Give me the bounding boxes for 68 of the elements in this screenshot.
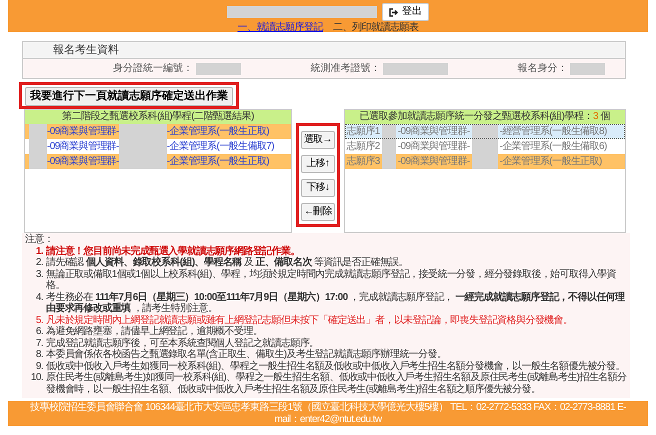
panel-title: 報名考生資料	[23, 42, 625, 59]
order-text: 志願序3	[346, 154, 381, 169]
note-text: 本委員會係依各校函告之甄選錄取名單(含正取生、備取生)及考生登記就讀志願序辦理統一分發。	[46, 349, 446, 360]
order-text: 志願序1	[346, 124, 381, 139]
logout-button[interactable]: 登出	[382, 3, 429, 21]
group-text: -09商業與管理群-	[47, 154, 119, 169]
list-row[interactable]: -09商業與管理群- -企業管理系(一般生正取)	[25, 154, 291, 169]
note-number: 4.	[34, 292, 44, 304]
redacted-block	[382, 139, 396, 154]
field-label: 身分證統一編號：	[113, 62, 193, 76]
group-text: -09商業與管理群-	[396, 140, 471, 154]
list-title: 已選取參加就讀志願序統一分發之甄選校系科(組)學程：3 個	[344, 110, 625, 124]
footer-text: 技專校院招生委員會聯合會 106344臺北市大安區忠孝東路三段1號（國立臺北科技大學億光大樓5樓） TEL：02-2772-5333 FAX：02-2773-8881 E-mail：enter42@ntut.edu.tw	[8, 401, 648, 426]
note-number: 10.	[30, 372, 44, 385]
redacted-block	[472, 124, 498, 139]
field-label: 報名身分：	[518, 62, 568, 76]
department-text: -企業管理系(一般生正取)	[498, 154, 603, 169]
list-row[interactable]: 志願序1 -09商業與管理群- -經營管理系(一般生備取8)	[344, 124, 625, 139]
department-text: -企業管理系(一般生備取6)	[498, 140, 608, 154]
note-number: 3.	[34, 268, 44, 282]
submit-button[interactable]: 我要進行下一頁就讀志願序確定送出作業	[25, 87, 233, 106]
redacted-block	[472, 154, 498, 169]
redacted-block	[472, 139, 498, 154]
group-text: -09商業與管理群-	[47, 140, 119, 154]
department-text: -企業管理系(一般生正取)	[166, 124, 269, 139]
action-button[interactable]: 上移↑	[301, 155, 335, 173]
note-number: 5.	[34, 314, 44, 326]
note-number: 8.	[34, 349, 44, 360]
action-button[interactable]: 下移↓	[301, 179, 335, 197]
department-text: -經營管理系(一般生備取8)	[498, 124, 608, 139]
note-text: 考生務必在 111年7月6日（星期三）10:00至111年7月9日（星期六）17:00 ，完成就讀志願序登記， 一經完成就讀志願序登記，不得以任何理由要求再修改或重填 ，請考生特別注意。	[46, 292, 626, 314]
note-text: 低收或中低收入戶考生如獲同一校系科(組)、學程之一般生招生名額及低收或中低收入戶考生招生名額分發機會，以一般生名額優先被分發。	[46, 360, 625, 372]
redacted-block	[118, 124, 167, 139]
notes-title: 注意：	[24, 234, 54, 246]
step-link[interactable]: 二、列印就讀志願表	[333, 22, 418, 33]
note-number: 7.	[34, 338, 44, 349]
field-label: 統測准考證號：	[310, 62, 380, 76]
redacted-block	[196, 62, 240, 74]
step-link[interactable]: 一、就讀志願序登記	[238, 22, 323, 33]
note-number: 1.	[34, 246, 44, 257]
note-text: 無論正取或備取1個或1個以上校系科(組)、學程，均須於規定時間內完成就讀志願序登記，接受統一分發，經分發錄取後，始可取得入學資格。	[46, 268, 617, 291]
redacted-block	[382, 62, 448, 74]
note-text: 請注意！您目前尚未完成甄選入學就讀志願序網路登記作業。	[46, 246, 300, 256]
note-text: 凡未於規定時間內上網登記就讀志願或雖有上網登記志願但未按下「確定送出」者，以未登記論，即喪失登記資格與分發機會。	[46, 314, 572, 326]
list-row[interactable]: -09商業與管理群- -企業管理系(一般生正取)	[25, 124, 291, 139]
note-number: 2.	[34, 257, 44, 268]
order-text: 志願序2	[346, 140, 381, 154]
department-text: -企業管理系(一般生正取)	[166, 154, 269, 169]
logout-icon	[389, 8, 400, 16]
note-text: 原住民考生(或離島考生)如獲同一校系科(組)、學程之一般生招生名額、低收或中低收入戶考生招生名額及原住民考生(或離島考生)招生名額分發機會時，以一般生招生名額、低收或中低收入戶考生招生名額及原住民考生(或離島考生)招生名額之順序優先被分發。	[46, 372, 628, 395]
group-text: -09商業與管理群-	[47, 124, 119, 139]
note-text: 為避免網路壅塞，請儘早上網登記，逾期概不受理。	[46, 326, 262, 338]
redacted-block	[382, 154, 396, 169]
action-button[interactable]: ←刪除	[301, 203, 335, 221]
note-number: 6.	[34, 326, 44, 338]
group-text: -09商業與管理群-	[396, 124, 471, 139]
redacted-block	[382, 124, 396, 139]
note-text: 請先確認 個人資料、錄取校系科(組)、學程名稱 及 正、備取名次 等資訊是否正確無誤。	[46, 257, 408, 268]
action-button[interactable]: 選取→	[301, 131, 335, 149]
note-number: 9.	[34, 360, 44, 372]
group-text: -09商業與管理群-	[396, 154, 471, 169]
redacted-block	[118, 154, 167, 169]
redacted-block	[29, 154, 47, 169]
redacted-block	[29, 124, 47, 139]
note-text: 完成登記就讀志願序後，可至本系統查閱個人登記之就讀志願序。	[46, 338, 319, 348]
list-title: 第二階段之甄選校系科(組)學程(二階甄選結果)	[25, 110, 291, 124]
department-text: -企業管理系(一般生備取7)	[166, 140, 274, 154]
redacted-block	[570, 62, 605, 74]
